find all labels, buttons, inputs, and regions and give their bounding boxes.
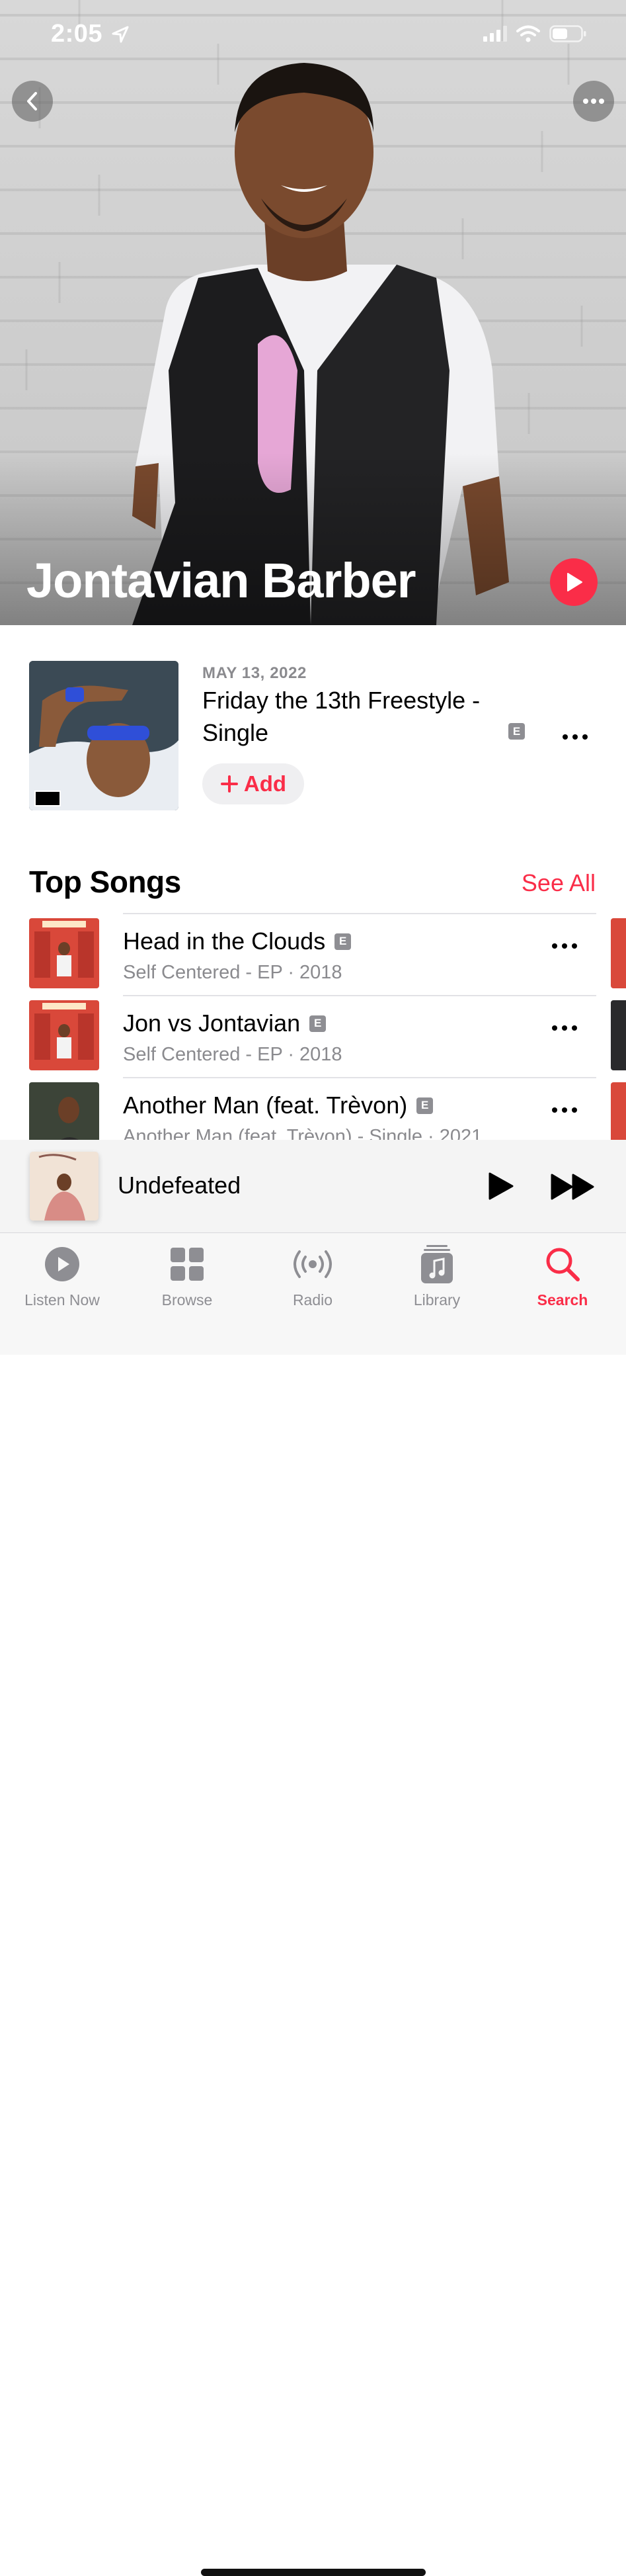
song-subtitle: Another Man (feat. Trèvon) - Single · 20… bbox=[123, 1126, 483, 1140]
mini-play-button[interactable] bbox=[487, 1172, 515, 1204]
battery-icon bbox=[549, 25, 586, 42]
tab-browse[interactable]: Browse bbox=[131, 1245, 243, 1309]
song-row[interactable]: Another Man (feat. Trèvon) E Another Man… bbox=[0, 1077, 626, 1140]
now-playing-title: Undefeated bbox=[118, 1172, 241, 1199]
song-row[interactable]: Jon vs Jontavian E Self Centered - EP · … bbox=[0, 995, 626, 1077]
next-column-artwork bbox=[611, 1000, 626, 1070]
search-icon bbox=[546, 1248, 580, 1281]
tab-label: Browse bbox=[161, 1291, 213, 1309]
next-column-artwork bbox=[611, 918, 626, 988]
song-artwork bbox=[29, 918, 99, 988]
explicit-badge: E bbox=[416, 1097, 434, 1114]
play-artist-button[interactable] bbox=[550, 558, 598, 606]
tab-label: Listen Now bbox=[24, 1291, 100, 1309]
next-column-artwork bbox=[611, 1082, 626, 1140]
song-subtitle: Self Centered - EP · 2018 bbox=[123, 962, 342, 983]
release-artwork[interactable] bbox=[29, 661, 178, 810]
song-title: Another Man (feat. Trèvon) E bbox=[123, 1092, 434, 1119]
plus-icon bbox=[220, 775, 238, 793]
ellipsis-icon bbox=[563, 734, 588, 740]
song-title-text: Head in the Clouds bbox=[123, 927, 326, 955]
song-title: Jon vs Jontavian E bbox=[123, 1009, 327, 1037]
cellular-signal-icon bbox=[483, 26, 507, 42]
release-title[interactable]: Friday the 13th Freestyle - Single bbox=[202, 684, 506, 749]
status-time: 2:05 bbox=[51, 20, 103, 48]
explicit-badge: E bbox=[508, 723, 525, 740]
song-artwork bbox=[29, 1082, 99, 1140]
ellipsis-icon bbox=[552, 943, 577, 949]
explicit-badge: E bbox=[334, 933, 352, 950]
wifi-icon bbox=[516, 25, 540, 42]
song-row[interactable]: Head in the Clouds E Self Centered - EP … bbox=[0, 913, 626, 995]
play-circle-icon bbox=[45, 1247, 79, 1281]
chevron-left-icon bbox=[27, 92, 37, 110]
artist-name: Jontavian Barber bbox=[26, 553, 416, 608]
ellipsis-icon bbox=[583, 99, 604, 104]
row-divider bbox=[123, 913, 596, 914]
mini-next-button[interactable] bbox=[550, 1173, 596, 1204]
album-art-self-centered bbox=[29, 1000, 99, 1070]
now-playing-artwork bbox=[30, 1152, 98, 1221]
add-release-button[interactable]: Add bbox=[202, 763, 304, 804]
tab-label: Library bbox=[413, 1291, 461, 1309]
tab-search[interactable]: Search bbox=[506, 1245, 619, 1309]
play-icon bbox=[567, 573, 582, 591]
tab-label: Search bbox=[537, 1291, 588, 1309]
fast-forward-icon bbox=[551, 1174, 594, 1200]
song-artwork bbox=[29, 1000, 99, 1070]
song-more-button[interactable] bbox=[551, 934, 578, 949]
mini-player[interactable]: Undefeated bbox=[0, 1140, 626, 1233]
release-date: MAY 13, 2022 bbox=[202, 664, 307, 682]
row-divider bbox=[123, 995, 596, 996]
play-icon bbox=[489, 1172, 514, 1200]
grid-icon bbox=[171, 1248, 204, 1281]
song-subtitle: Self Centered - EP · 2018 bbox=[123, 1044, 342, 1065]
status-indicators bbox=[483, 25, 586, 42]
release-more-button[interactable] bbox=[562, 725, 588, 740]
song-more-button[interactable] bbox=[551, 1016, 578, 1031]
tab-bar: Listen Now Browse Radio Library Search bbox=[0, 1233, 626, 2576]
more-options-button[interactable] bbox=[573, 81, 614, 122]
artist-hero: 2:05 Jontavian Barber bbox=[0, 0, 626, 625]
top-songs-list: Head in the Clouds E Self Centered - EP … bbox=[0, 913, 626, 1140]
ellipsis-icon bbox=[552, 1025, 577, 1031]
tab-label: Radio bbox=[292, 1291, 333, 1309]
location-arrow-icon bbox=[112, 26, 129, 43]
song-title-text: Another Man (feat. Trèvon) bbox=[123, 1092, 408, 1119]
tab-radio[interactable]: Radio bbox=[256, 1245, 369, 1309]
row-divider bbox=[123, 1077, 596, 1078]
see-all-link[interactable]: See All bbox=[522, 869, 596, 897]
tab-listen-now[interactable]: Listen Now bbox=[6, 1245, 118, 1309]
song-more-button[interactable] bbox=[551, 1098, 578, 1113]
tab-library[interactable]: Library bbox=[381, 1245, 493, 1309]
song-title: Head in the Clouds E bbox=[123, 927, 352, 955]
album-art-chosen-vessel bbox=[30, 1152, 98, 1221]
album-art-another-man bbox=[29, 1082, 99, 1140]
home-indicator[interactable] bbox=[201, 2569, 426, 2576]
radio-waves-icon bbox=[293, 1250, 332, 1278]
song-title-text: Jon vs Jontavian bbox=[123, 1009, 301, 1037]
top-songs-heading: Top Songs bbox=[29, 865, 181, 899]
ellipsis-icon bbox=[552, 1107, 577, 1113]
release-artwork-image bbox=[29, 661, 178, 810]
explicit-badge: E bbox=[309, 1015, 327, 1032]
album-art-self-centered bbox=[29, 918, 99, 988]
music-note-stack-icon bbox=[421, 1245, 453, 1283]
back-button[interactable] bbox=[12, 81, 53, 122]
add-label: Add bbox=[243, 771, 287, 796]
